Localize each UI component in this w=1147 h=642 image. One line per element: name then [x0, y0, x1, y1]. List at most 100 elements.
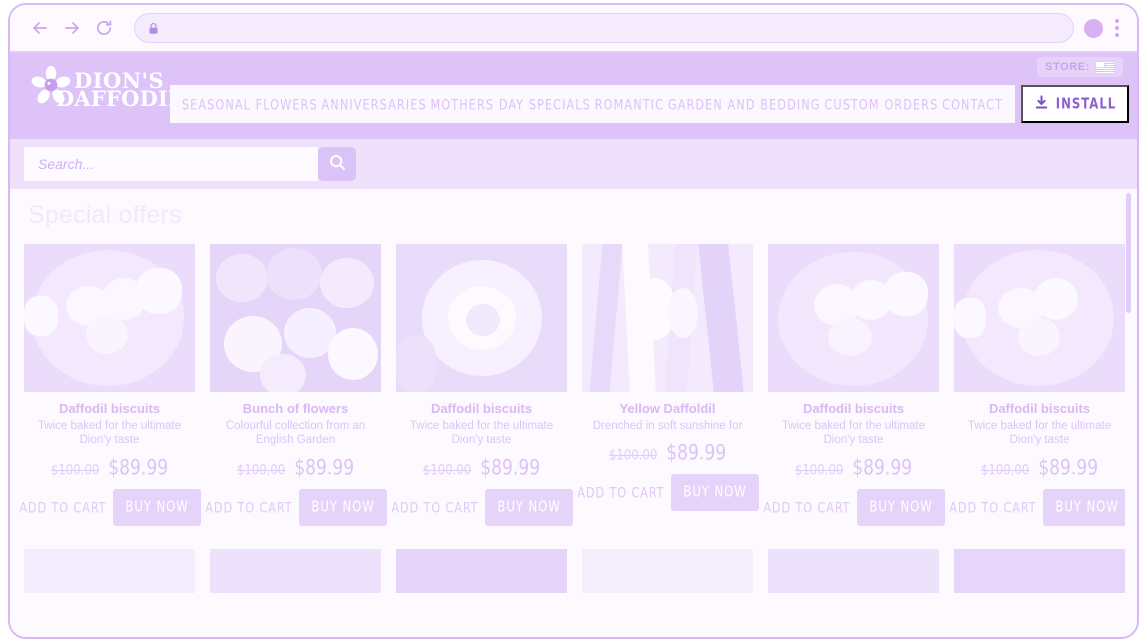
product-card[interactable]: Daffodil biscuits Twice baked for the ul…	[949, 244, 1131, 526]
product-card[interactable]: Bunch of flowers Colourful collection fr…	[205, 244, 387, 526]
buy-now-label: BUY NOW	[869, 498, 933, 516]
product-description: Twice baked for the ultimate Dion'y tast…	[37, 420, 182, 447]
daffodil-biscuits-plate-photo	[24, 244, 195, 392]
product-price-original: $100.00	[794, 462, 844, 479]
store-locale-selector[interactable]: STORE:	[1037, 57, 1123, 77]
product-actions: ADD TO CART BUY NOW	[763, 488, 945, 526]
reload-icon	[94, 18, 114, 38]
product-card[interactable]: Yellow Daffoldil Drenched in soft sunshi…	[577, 244, 759, 526]
product-price-current: $89.99	[1038, 455, 1099, 481]
store-locale-label: STORE:	[1045, 61, 1090, 73]
add-to-cart-button[interactable]: ADD TO CART	[18, 494, 107, 520]
product-actions: ADD TO CART BUY NOW	[949, 488, 1131, 526]
product-title: Bunch of flowers	[242, 401, 349, 416]
product-price-row: $100.00 $89.99	[768, 455, 939, 481]
product-price-current: $89.99	[480, 455, 541, 481]
product-description: Drenched in soft sunshine for	[592, 420, 743, 432]
nav-item-anniversaries[interactable]: ANNIVERSARIES	[322, 96, 427, 113]
page-scrollbar-track[interactable]	[1125, 189, 1134, 637]
search-icon	[328, 153, 347, 175]
product-title: Daffodil biscuits	[988, 401, 1091, 416]
product-actions: ADD TO CART BUY NOW	[19, 488, 201, 526]
add-to-cart-button[interactable]: ADD TO CART	[390, 494, 479, 520]
buy-now-button[interactable]: BUY NOW	[485, 488, 573, 526]
us-flag-icon	[1095, 60, 1115, 74]
primary-navigation: SEASONAL FLOWERS ANNIVERSARIES MOTHERS D…	[170, 53, 1137, 123]
product-card[interactable]: Daffodil biscuits Twice baked for the ul…	[763, 244, 945, 526]
product-card-partial[interactable]	[582, 548, 753, 593]
product-price-current: $89.99	[852, 455, 913, 481]
product-card[interactable]: Daffodil biscuits Twice baked for the ul…	[391, 244, 573, 526]
add-to-cart-button[interactable]: ADD TO CART	[762, 494, 851, 520]
browser-toolbar	[10, 5, 1137, 53]
install-label: INSTALL	[1055, 95, 1117, 113]
product-title: Yellow Daffoldil	[619, 401, 716, 416]
site-header: STORE: DION'S DAFFODILS. SEASONAL FLOWER…	[10, 53, 1137, 139]
product-price-original: $100.00	[980, 462, 1030, 479]
product-card-partial[interactable]	[768, 548, 939, 593]
nav-item-seasonal-flowers[interactable]: SEASONAL FLOWERS	[182, 96, 318, 113]
kebab-menu-icon[interactable]	[1113, 17, 1121, 39]
product-description: Twice baked for the ultimate Dion'y tast…	[409, 420, 554, 447]
product-title: Daffodil biscuits	[430, 401, 533, 416]
forward-button[interactable]	[56, 12, 88, 44]
profile-avatar-icon[interactable]	[1084, 18, 1103, 38]
bunch-of-flowers-photo	[210, 244, 381, 392]
product-price-original: $100.00	[422, 462, 472, 479]
search-button[interactable]	[318, 147, 356, 181]
product-grid-row-2	[24, 548, 1137, 593]
product-price-current: $89.99	[666, 441, 727, 466]
nav-item-custom-orders[interactable]: CUSTOM ORDERS	[824, 96, 938, 113]
buy-now-button[interactable]: BUY NOW	[671, 474, 759, 512]
product-card-partial[interactable]	[396, 548, 567, 593]
product-actions: ADD TO CART BUY NOW	[391, 488, 573, 526]
address-bar[interactable]	[134, 13, 1074, 43]
search-input[interactable]	[24, 147, 318, 181]
site-logo[interactable]: DION'S DAFFODILS.	[10, 53, 205, 112]
add-to-cart-button[interactable]: ADD TO CART	[948, 494, 1037, 520]
product-card-partial[interactable]	[24, 548, 195, 593]
buy-now-label: BUY NOW	[683, 484, 747, 502]
buy-now-button[interactable]: BUY NOW	[1043, 488, 1131, 526]
back-button[interactable]	[24, 12, 56, 44]
product-grid: Daffodil biscuits Twice baked for the ul…	[19, 244, 1137, 526]
forward-arrow-icon	[62, 18, 82, 38]
buy-now-label: BUY NOW	[1055, 498, 1119, 516]
product-title: Daffodil biscuits	[802, 401, 905, 416]
product-title: Daffodil biscuits	[58, 401, 161, 416]
buy-now-button[interactable]: BUY NOW	[857, 488, 945, 526]
search-band	[10, 139, 1137, 189]
nav-item-garden-and-bedding[interactable]: GARDEN AND BEDDING	[668, 96, 821, 113]
buy-now-button[interactable]: BUY NOW	[299, 488, 387, 526]
product-price-row: $100.00 $89.99	[396, 455, 567, 481]
buy-now-button[interactable]: BUY NOW	[113, 488, 201, 526]
product-price-current: $89.99	[108, 455, 169, 481]
product-card-partial[interactable]	[954, 548, 1125, 593]
add-to-cart-button[interactable]: ADD TO CART	[576, 480, 665, 506]
rose-closeup-photo	[396, 244, 567, 392]
daffodil-biscuits-plate-photo	[768, 244, 939, 392]
product-actions: ADD TO CART BUY NOW	[577, 474, 759, 512]
product-description: Twice baked for the ultimate Dion'y tast…	[781, 420, 926, 447]
back-arrow-icon	[30, 18, 50, 38]
product-description: Colourful collection from an English Gar…	[225, 420, 366, 447]
product-card-partial[interactable]	[210, 548, 381, 593]
page-viewport: STORE: DION'S DAFFODILS. SEASONAL FLOWER…	[10, 53, 1137, 637]
buy-now-label: BUY NOW	[497, 498, 561, 516]
daffodil-biscuits-plate-photo	[954, 244, 1125, 392]
nav-item-contact[interactable]: CONTACT	[942, 96, 1003, 113]
product-price-row: $100.00 $89.99	[582, 441, 753, 466]
page-scrollbar-thumb[interactable]	[1126, 193, 1131, 313]
add-to-cart-button[interactable]: ADD TO CART	[204, 494, 293, 520]
reload-button[interactable]	[88, 12, 120, 44]
nav-bar: SEASONAL FLOWERS ANNIVERSARIES MOTHERS D…	[170, 85, 1015, 123]
nav-item-romantic[interactable]: ROMANTIC	[595, 96, 664, 113]
install-button[interactable]: INSTALL	[1021, 85, 1129, 123]
product-card[interactable]: Daffodil biscuits Twice baked for the ul…	[19, 244, 201, 526]
main-content: Special offers Daffodil biscuits Twice b…	[10, 189, 1137, 637]
product-price-row: $100.00 $89.99	[24, 455, 195, 481]
product-price-row: $100.00 $89.99	[210, 455, 381, 480]
page-title: Special offers	[28, 201, 182, 229]
search-shell	[24, 147, 356, 181]
nav-item-mothers-day-specials[interactable]: MOTHERS DAY SPECIALS	[431, 96, 591, 113]
